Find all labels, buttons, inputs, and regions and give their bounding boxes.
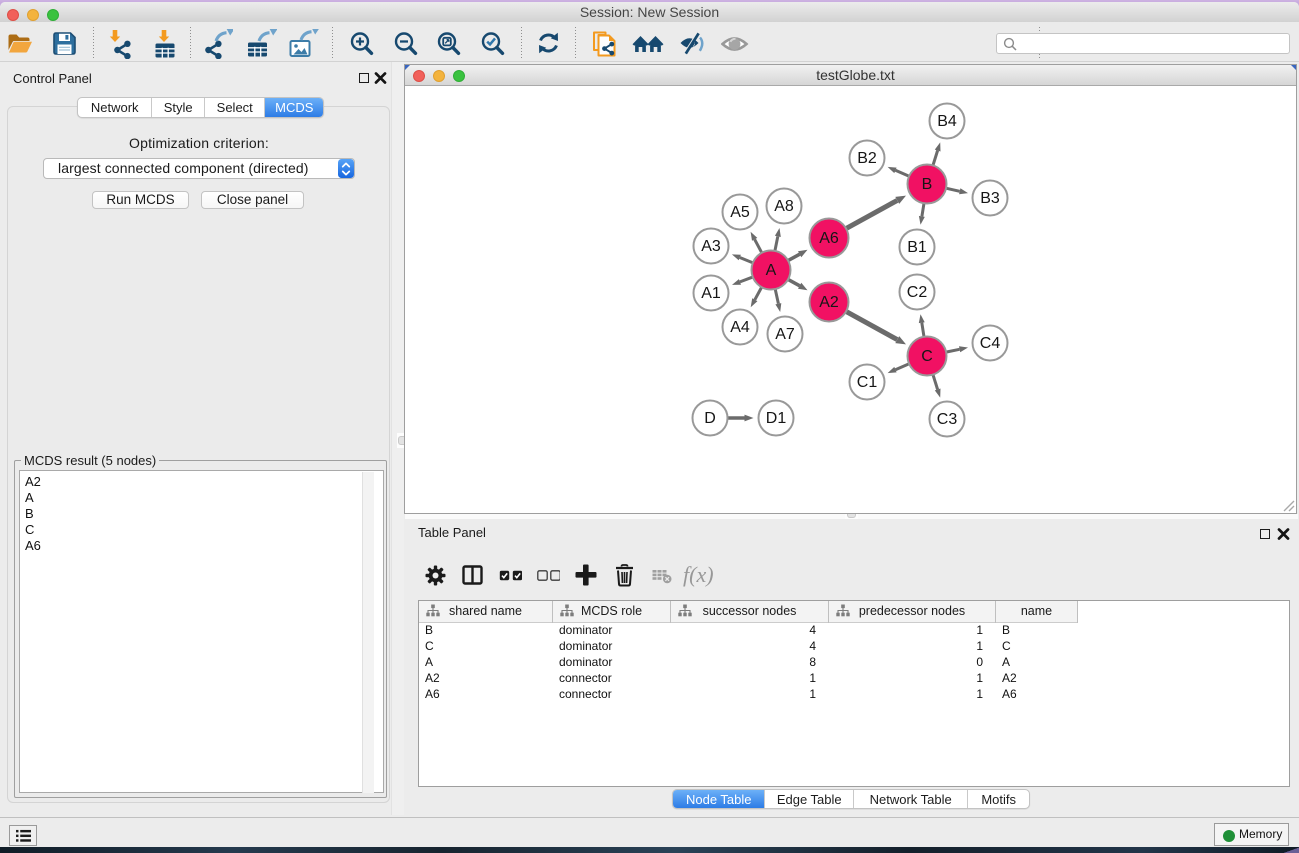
svg-text:C2: C2 (907, 284, 928, 301)
svg-text:A4: A4 (730, 319, 750, 336)
svg-text:A8: A8 (774, 198, 794, 215)
svg-text:B2: B2 (857, 150, 877, 167)
svg-text:D: D (704, 410, 716, 427)
svg-text:A: A (766, 262, 777, 279)
svg-text:C: C (921, 348, 933, 365)
svg-text:C4: C4 (980, 335, 1001, 352)
svg-text:D1: D1 (766, 410, 787, 427)
svg-text:B4: B4 (937, 113, 957, 130)
svg-text:B1: B1 (907, 239, 927, 256)
svg-text:A2: A2 (819, 294, 839, 311)
svg-text:A1: A1 (701, 285, 721, 302)
svg-text:C1: C1 (857, 374, 878, 391)
svg-text:A6: A6 (819, 230, 839, 247)
svg-text:C3: C3 (937, 411, 958, 428)
svg-text:B3: B3 (980, 190, 1000, 207)
svg-text:B: B (922, 176, 933, 193)
svg-text:A3: A3 (701, 238, 721, 255)
svg-text:A7: A7 (775, 326, 795, 343)
svg-text:A5: A5 (730, 204, 750, 221)
